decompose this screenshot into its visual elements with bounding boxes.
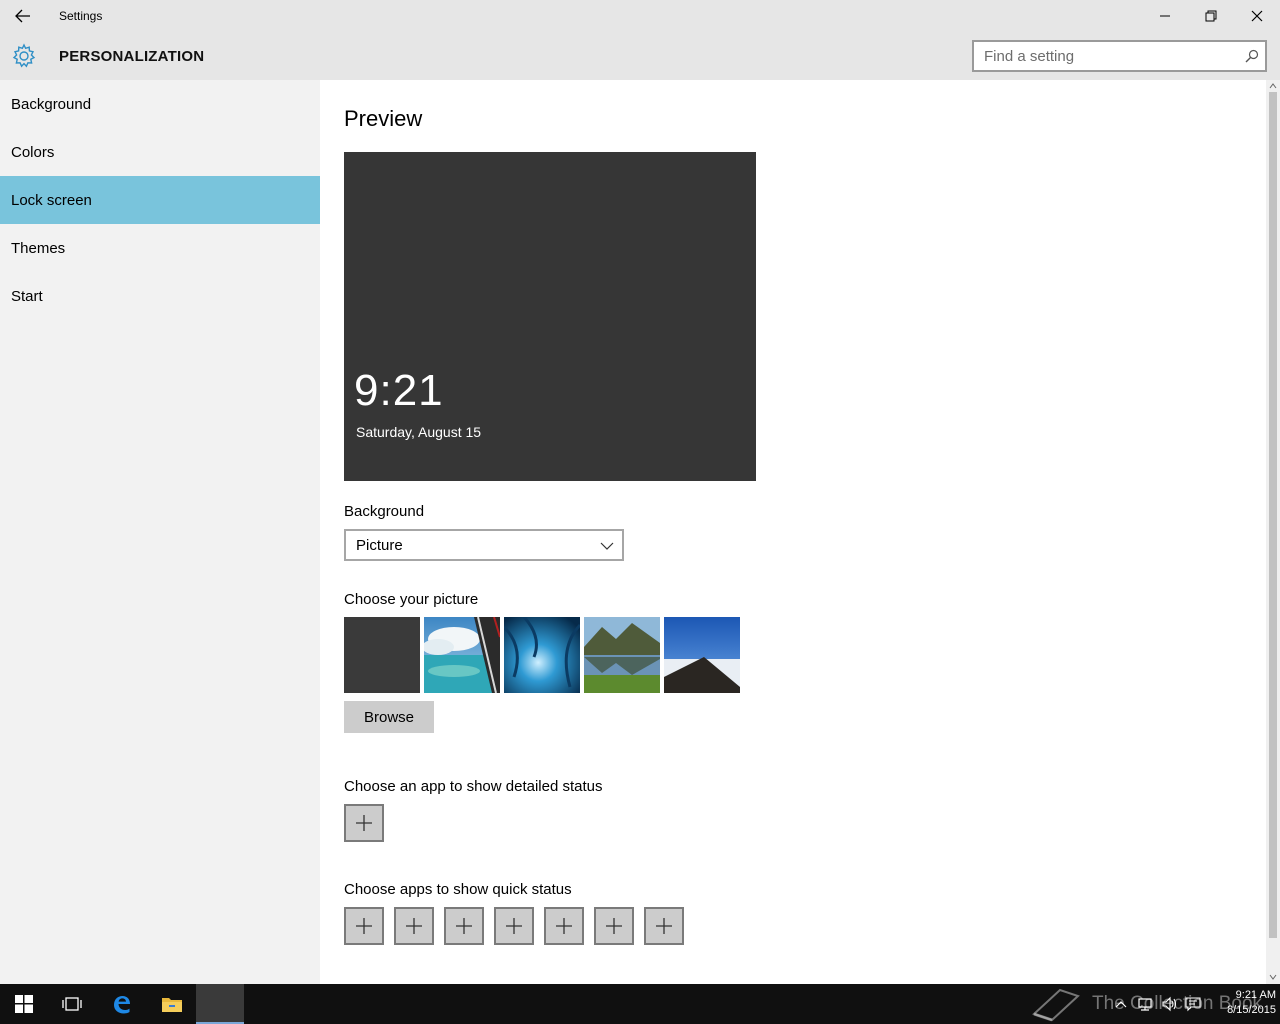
- ice-cave-thumbnail: [504, 617, 580, 693]
- sidebar-item-colors[interactable]: Colors: [0, 128, 320, 176]
- plus-icon: [656, 918, 672, 934]
- gear-icon: [12, 43, 36, 68]
- back-arrow-icon: [15, 9, 30, 23]
- show-hidden-icons-button[interactable]: [1112, 994, 1130, 1014]
- sidebar-item-label: Start: [11, 287, 43, 305]
- picture-thumbnail[interactable]: [584, 617, 660, 693]
- picture-thumbnail[interactable]: [504, 617, 580, 693]
- plus-icon: [506, 918, 522, 934]
- scroll-up-arrow-icon[interactable]: [1269, 82, 1277, 90]
- lock-screen-preview: 9:21 Saturday, August 15: [344, 152, 756, 481]
- action-center-button[interactable]: [1184, 994, 1202, 1014]
- plus-icon: [456, 918, 472, 934]
- clouds-hillside-thumbnail: [664, 617, 740, 693]
- back-button[interactable]: [0, 0, 46, 32]
- volume-button[interactable]: [1160, 994, 1178, 1014]
- settings-header: PERSONALIZATION: [0, 32, 1280, 80]
- add-quick-status-app-button[interactable]: [594, 907, 634, 945]
- network-button[interactable]: [1136, 994, 1154, 1014]
- add-detailed-status-app-button[interactable]: [344, 804, 384, 842]
- sidebar-item-themes[interactable]: Themes: [0, 224, 320, 272]
- add-quick-status-app-button[interactable]: [544, 907, 584, 945]
- sidebar-item-lock-screen[interactable]: Lock screen: [0, 176, 320, 224]
- sidebar-item-label: Themes: [11, 239, 66, 257]
- browse-button[interactable]: Browse: [344, 701, 434, 733]
- detailed-status-label: Choose an app to show detailed status: [344, 778, 603, 795]
- clock-date: 8/15/2015: [1227, 1004, 1276, 1016]
- preview-time: 9:21: [354, 366, 444, 415]
- speaker-icon: [1162, 996, 1177, 1012]
- plus-icon: [406, 918, 422, 934]
- preview-date: Saturday, August 15: [356, 424, 482, 440]
- start-button[interactable]: [0, 984, 48, 1024]
- folder-icon: [162, 998, 182, 1012]
- minimize-button[interactable]: [1142, 0, 1188, 32]
- chevron-down-icon: [600, 542, 614, 550]
- file-explorer-button[interactable]: [148, 984, 196, 1024]
- book-icon: [1032, 988, 1080, 1022]
- vertical-scrollbar[interactable]: [1266, 80, 1280, 984]
- clock-time: 9:21 AM: [1235, 989, 1276, 1001]
- add-quick-status-app-button[interactable]: [444, 907, 484, 945]
- chevron-up-icon: [1115, 1001, 1127, 1008]
- settings-taskbar-button[interactable]: [196, 984, 244, 1024]
- picture-thumbnail[interactable]: [664, 617, 740, 693]
- sidebar-item-label: Colors: [11, 143, 55, 161]
- task-view-icon: [62, 997, 82, 1011]
- preview-heading: Preview: [344, 106, 423, 131]
- title-bar: Settings: [0, 0, 1280, 32]
- plus-icon: [356, 815, 372, 831]
- sidebar-item-background[interactable]: Background: [0, 80, 320, 128]
- edge-button[interactable]: [98, 984, 146, 1024]
- main-content: Preview 9:21 Saturday, August 15 Backgro…: [320, 80, 1266, 984]
- search-input[interactable]: [974, 42, 1229, 70]
- search-icon[interactable]: [1245, 49, 1259, 63]
- network-icon: [1138, 998, 1152, 1011]
- edge-browser-icon: [114, 996, 130, 1014]
- sidebar-item-label: Lock screen: [11, 191, 92, 209]
- close-button[interactable]: [1234, 0, 1280, 32]
- restore-button[interactable]: [1188, 0, 1234, 32]
- sidebar-item-label: Background: [11, 95, 92, 113]
- quick-status-label: Choose apps to show quick status: [344, 881, 572, 898]
- scroll-down-arrow-icon[interactable]: [1269, 973, 1277, 981]
- add-quick-status-app-button[interactable]: [494, 907, 534, 945]
- close-icon: [1251, 10, 1263, 22]
- tray-clock[interactable]: 9:21 AM 8/15/2015: [1206, 988, 1276, 1018]
- restore-icon: [1205, 10, 1217, 22]
- beach-aerial-thumbnail: [424, 617, 500, 693]
- plus-icon: [556, 918, 572, 934]
- picture-thumbnail[interactable]: [424, 617, 500, 693]
- windows-logo-icon: [15, 995, 33, 1013]
- picture-thumbnail[interactable]: [344, 617, 420, 693]
- background-dropdown-value: Picture: [356, 536, 403, 554]
- choose-picture-label: Choose your picture: [344, 591, 479, 608]
- minimize-icon: [1160, 15, 1170, 17]
- scrollbar-thumb[interactable]: [1269, 92, 1277, 938]
- taskbar: The Collection Book 9:21 AM 8/15/2015: [0, 984, 1280, 1024]
- background-dropdown[interactable]: Picture: [344, 529, 624, 561]
- plus-icon: [356, 918, 372, 934]
- task-view-button[interactable]: [48, 984, 96, 1024]
- sidebar-item-start[interactable]: Start: [0, 272, 320, 320]
- search-box[interactable]: [972, 40, 1267, 72]
- window-title: Settings: [59, 9, 103, 23]
- background-label: Background: [344, 503, 425, 520]
- add-quick-status-app-button[interactable]: [644, 907, 684, 945]
- plus-icon: [606, 918, 622, 934]
- mountain-lake-thumbnail: [584, 617, 660, 693]
- add-quick-status-app-button[interactable]: [394, 907, 434, 945]
- sidebar: Background Colors Lock screen Themes Sta…: [0, 80, 320, 984]
- add-quick-status-app-button[interactable]: [344, 907, 384, 945]
- notification-icon: [1185, 997, 1201, 1012]
- page-title: PERSONALIZATION: [59, 48, 205, 65]
